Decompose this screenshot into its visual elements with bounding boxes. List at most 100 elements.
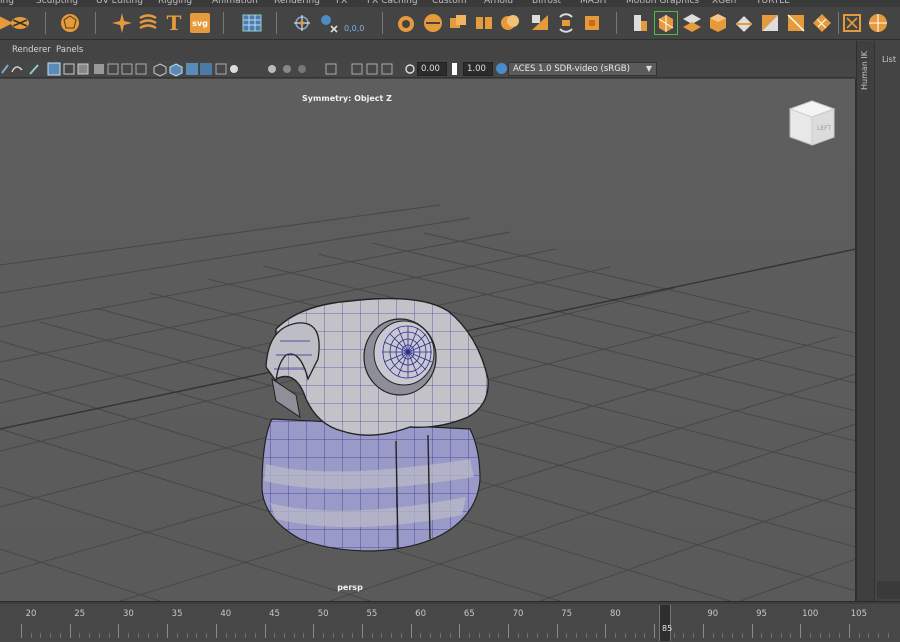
uv-box-icon[interactable] xyxy=(706,11,730,35)
shelf-tab[interactable]: Animation xyxy=(212,0,258,6)
tick-mark xyxy=(264,624,266,638)
shelf-separator xyxy=(382,12,383,34)
tick-minor-mark xyxy=(693,633,695,638)
tick-minor-mark xyxy=(517,633,519,638)
tick-minor-mark xyxy=(819,633,821,638)
tick-mark xyxy=(508,624,509,638)
shelf-tab[interactable]: Arnold xyxy=(484,0,513,6)
mirror-icon[interactable] xyxy=(554,11,578,35)
shelf-separator xyxy=(95,12,96,34)
shelf-tab[interactable]: Custom xyxy=(432,0,466,6)
scene-view: LEFT xyxy=(0,79,855,601)
shelf-tab[interactable]: TURTLE xyxy=(756,0,790,6)
tick-minor-mark xyxy=(712,633,714,638)
tick-minor-mark xyxy=(537,633,539,638)
viewport-toolbar-icons xyxy=(1,62,415,77)
tick-label: 45 xyxy=(269,609,280,619)
tick-mark xyxy=(215,624,217,638)
type-tool-icon[interactable]: T xyxy=(162,11,186,35)
gamma-field[interactable]: 1.00 xyxy=(463,62,493,76)
human-ik-tab[interactable]: Human IK xyxy=(857,41,875,601)
tick-label: 35 xyxy=(171,609,183,619)
uv-layout-grid-icon[interactable] xyxy=(810,11,834,35)
xray-icon xyxy=(153,63,167,77)
shelf-tab[interactable]: XGen xyxy=(712,0,736,6)
wireframe-icon xyxy=(63,63,75,75)
layout-uv-icon[interactable] xyxy=(680,11,704,35)
multicut-icon[interactable] xyxy=(8,11,32,35)
tick-minor-mark xyxy=(108,633,110,638)
panel-scrollbar[interactable] xyxy=(877,581,900,599)
freeze-transform-icon[interactable] xyxy=(316,11,340,35)
uv-plane-icon[interactable] xyxy=(628,11,652,35)
sphere-grid-icon[interactable] xyxy=(866,11,890,35)
center-pivot-icon[interactable] xyxy=(421,11,445,35)
coordinate-readout: 0,0,0 xyxy=(344,24,365,33)
smooth-icon[interactable] xyxy=(528,11,552,35)
color-management-icon[interactable] xyxy=(496,63,507,74)
combine-icon[interactable] xyxy=(446,11,470,35)
shelf-tab[interactable]: MASH xyxy=(580,0,606,6)
tick-minor-mark xyxy=(274,633,276,638)
history-icon[interactable] xyxy=(394,11,418,35)
uv-unfold-icon[interactable] xyxy=(784,11,808,35)
shelf-tab[interactable]: Rendering xyxy=(274,0,320,6)
tick-minor-mark xyxy=(829,633,831,638)
uv-cut-icon[interactable] xyxy=(732,11,756,35)
tick-minor-mark xyxy=(595,633,597,638)
tick-mark xyxy=(361,624,363,638)
exposure-field[interactable]: 0.00 xyxy=(417,62,447,76)
shelf-tab[interactable]: FX Caching xyxy=(367,0,418,6)
tick-minor-mark xyxy=(576,633,578,638)
textured-icon xyxy=(94,64,104,74)
sparkle-icon[interactable] xyxy=(110,11,134,35)
tick-minor-mark xyxy=(624,633,626,638)
tick-minor-mark xyxy=(430,633,432,638)
tick-minor-mark xyxy=(342,633,344,638)
tick-minor-mark xyxy=(79,633,81,638)
separate-icon[interactable] xyxy=(472,11,496,35)
shelf-separator xyxy=(276,12,277,34)
uv-sew-icon[interactable] xyxy=(758,11,782,35)
shelf-tab[interactable]: Motion Graphics xyxy=(626,0,699,6)
time-slider[interactable]: 20253035404550556065707580859095100105 8… xyxy=(0,601,900,642)
frame-selection-icon[interactable] xyxy=(840,11,864,35)
shelf-tab[interactable]: Rigging xyxy=(158,0,192,6)
pivot-icon[interactable] xyxy=(290,11,314,35)
svg-tool-icon[interactable]: svg xyxy=(188,11,212,35)
tick-minor-mark xyxy=(400,633,402,638)
shelf-separator xyxy=(616,12,617,34)
shelf-tab[interactable]: Bifrost xyxy=(532,0,561,6)
playhead[interactable] xyxy=(659,605,671,641)
sweep-mesh-icon[interactable] xyxy=(136,11,160,35)
uv-cube-selected-icon[interactable] xyxy=(654,11,678,35)
channel-grid-icon[interactable] xyxy=(240,11,264,35)
svg-tool-label: svg xyxy=(192,18,208,28)
tick-minor-mark xyxy=(439,633,441,638)
color-space-dropdown[interactable]: ACES 1.0 SDR-video (sRGB) ▼ xyxy=(508,62,657,76)
tick-mark xyxy=(605,624,607,638)
shelf-tab[interactable]: UV Editing xyxy=(96,0,143,6)
list-label[interactable]: List xyxy=(882,55,896,64)
polygon-sphere-icon[interactable] xyxy=(58,11,82,35)
brush-icon xyxy=(29,64,39,75)
gamma-icon[interactable] xyxy=(452,63,462,75)
tick-mark xyxy=(410,624,412,638)
tick-minor-mark xyxy=(868,633,870,638)
tick-minor-mark xyxy=(546,633,548,638)
extrude-icon[interactable] xyxy=(580,11,604,35)
xray-components-icon xyxy=(381,63,393,75)
tick-minor-mark xyxy=(585,633,587,638)
shelf-tab[interactable]: ing xyxy=(0,0,14,6)
perspective-viewport[interactable]: LEFT Symmetry: Object Z persp xyxy=(0,79,856,601)
shelf-tab[interactable]: FX xyxy=(336,0,347,6)
menu-panels[interactable]: Panels xyxy=(56,45,83,55)
tick-mark xyxy=(848,624,850,638)
shelf-tab[interactable]: Sculpting xyxy=(36,0,78,6)
exposure-icon xyxy=(405,64,415,74)
boolean-icon[interactable] xyxy=(498,11,522,35)
tick-minor-mark xyxy=(206,633,208,638)
human-ik-label: Human IK xyxy=(860,51,869,90)
menu-renderer[interactable]: Renderer xyxy=(12,45,51,55)
panel-toolbar: 0.00 1.00 ACES 1.0 SDR-video (sRGB) ▼ xyxy=(0,60,856,78)
